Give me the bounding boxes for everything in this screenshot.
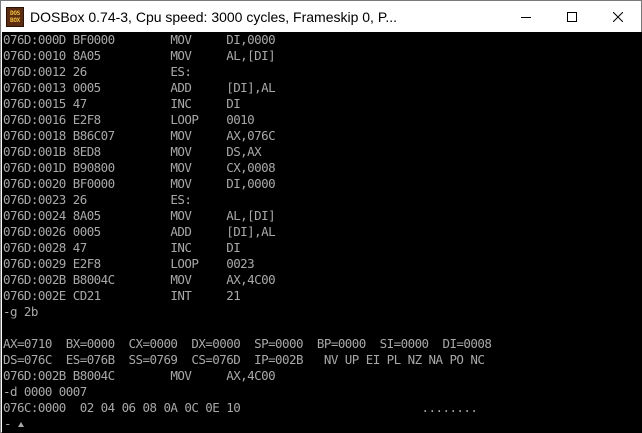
minimize-icon [521,16,531,18]
terminal-line: 076D:0028 47 INC DI [3,240,241,255]
maximize-icon [567,11,577,22]
terminal-line: 076D:0023 26 ES: [3,192,192,207]
terminal-line: 076D:0024 8A05 MOV AL,[DI] [3,208,276,223]
terminal-line: 076D:002B B8004C MOV AX,4C00 [3,368,276,383]
close-icon [613,11,623,22]
terminal-line: 076D:0010 8A05 MOV AL,[DI] [3,48,276,63]
minimize-button[interactable] [503,1,549,32]
terminal-line: 076D:002E CD21 INT 21 [3,288,241,303]
terminal-line: 076D:0012 26 ES: [3,64,192,79]
terminal-line: 076C:0000 02 04 06 08 0A 0C 0E 10 ......… [3,400,478,415]
mouse-cursor-icon [18,422,24,427]
terminal-line: -g 2b [3,304,38,319]
dosbox-window: DOS BOX DOSBox 0.74-3, Cpu speed: 3000 c… [0,0,642,433]
terminal-line: 076D:0013 0005 ADD [DI],AL [3,80,276,95]
terminal-line: -d 0000 0007 [3,384,87,399]
title-bar[interactable]: DOS BOX DOSBox 0.74-3, Cpu speed: 3000 c… [1,1,641,32]
terminal-line: 076D:0018 B86C07 MOV AX,076C [3,128,276,143]
terminal-line: 076D:0016 E2F8 LOOP 0010 [3,112,255,127]
terminal-line: DS=076C ES=076B SS=0769 CS=076D IP=002B … [3,352,485,367]
terminal-line: 076D:002B B8004C MOV AX,4C00 [3,272,276,287]
app-icon-text-bottom: BOX [10,16,20,24]
dos-terminal[interactable]: 076D:000D BF0000 MOV DI,0000 076D:0010 8… [2,32,642,433]
dosbox-icon[interactable]: DOS BOX [6,6,24,27]
terminal-line: 076D:0029 E2F8 LOOP 0023 [3,256,255,271]
terminal-output: 076D:000D BF0000 MOV DI,0000 076D:0010 8… [3,32,492,416]
terminal-line: 076D:000D BF0000 MOV DI,0000 [3,32,276,47]
terminal-line: 076D:001D B90800 MOV CX,0008 [3,160,276,175]
command-prompt[interactable]: - [4,416,12,432]
window-title: DOSBox 0.74-3, Cpu speed: 3000 cycles, F… [30,8,398,25]
maximize-button[interactable] [549,1,595,32]
close-button[interactable] [595,1,641,32]
terminal-line: 076D:0020 BF0000 MOV DI,0000 [3,176,276,191]
terminal-line: 076D:0026 0005 ADD [DI],AL [3,224,276,239]
window-controls [503,1,641,32]
app-icon-text-top: DOS [10,9,20,17]
terminal-line: 076D:0015 47 INC DI [3,96,241,111]
terminal-line: AX=0710 BX=0000 CX=0000 DX=0000 SP=0000 … [3,336,492,351]
terminal-line: 076D:001B 8ED8 MOV DS,AX [3,144,262,159]
